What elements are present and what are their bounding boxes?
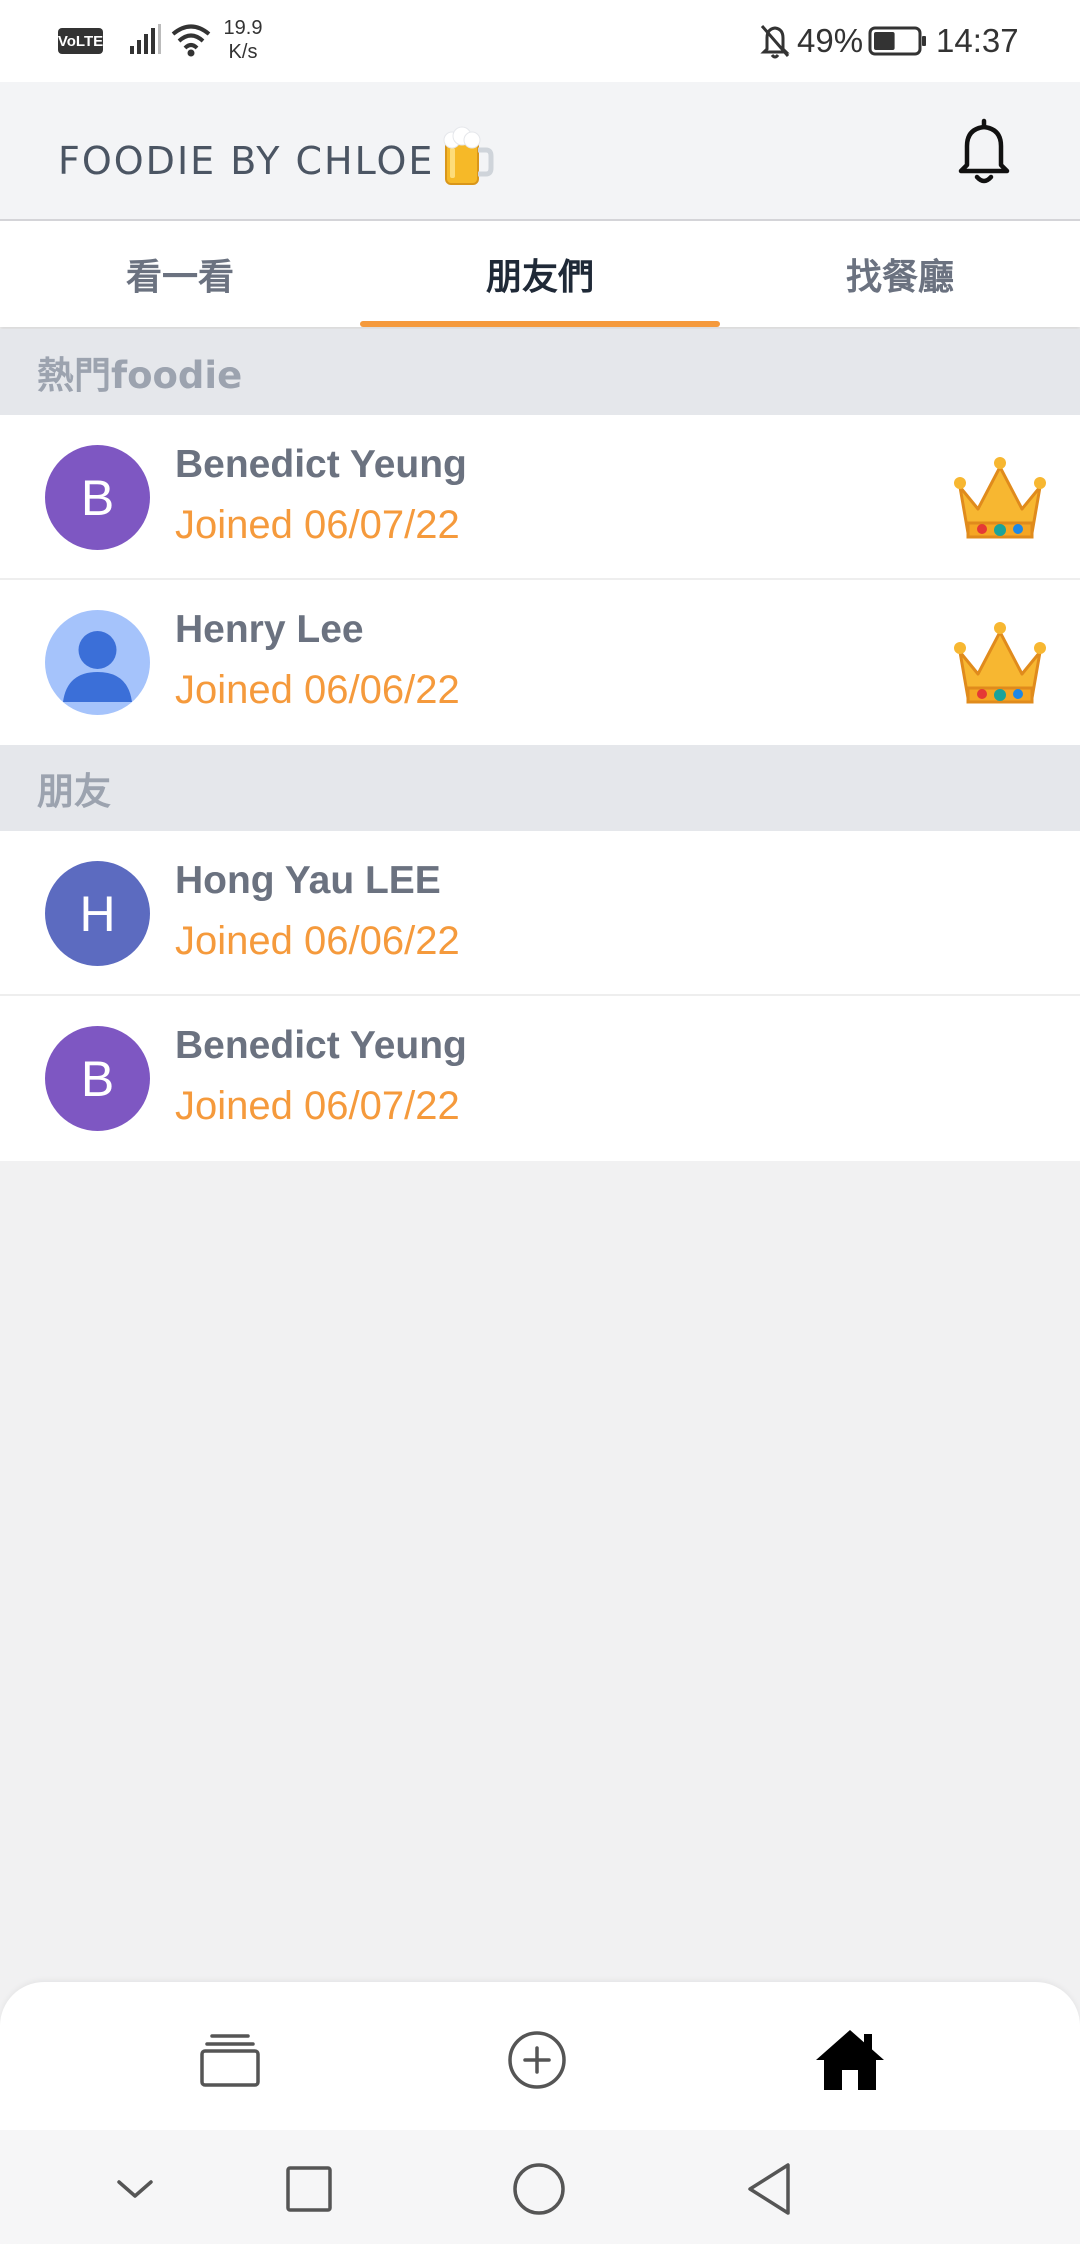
avatar-initial: B	[80, 469, 115, 526]
user-name: Hong Yau LEE	[175, 859, 441, 902]
avatar-initial: H	[79, 885, 116, 942]
nav-add-button[interactable]	[497, 2020, 577, 2100]
joined-date: Joined 06/07/22	[175, 1084, 460, 1128]
network-speed: 19.9 K/s	[220, 16, 266, 64]
person-icon	[63, 631, 132, 702]
network-speed-unit: K/s	[228, 41, 258, 63]
tab-friends[interactable]: 朋友們	[360, 221, 720, 327]
avatar: B	[45, 445, 150, 550]
tab-find-restaurant[interactable]: 找餐廳	[720, 221, 1080, 327]
joined-date: Joined 06/07/22	[175, 503, 460, 547]
friends-list: H Hong Yau LEE Joined 06/06/22 B Benedic…	[0, 831, 1080, 1161]
system-home-button[interactable]	[504, 2154, 574, 2224]
avatar: B	[45, 1026, 150, 1131]
crown-icon	[954, 622, 1046, 704]
cards-stack-icon	[200, 2034, 260, 2087]
list-item[interactable]: B Benedict Yeung Joined 06/07/22	[0, 996, 1080, 1161]
brand: FOODIE BY CHLOE	[58, 126, 494, 195]
avatar	[45, 610, 150, 715]
notifications-button[interactable]	[950, 112, 1018, 192]
clock: 14:37	[936, 22, 1019, 59]
bell-icon	[958, 118, 1010, 184]
joined-date: Joined 06/06/22	[175, 919, 460, 963]
nav-feed-button[interactable]	[190, 2020, 270, 2100]
status-bar: VoLTE 19.9 K/s 49% 14:37	[0, 0, 1080, 82]
chevron-down-icon	[117, 2180, 153, 2198]
app-title: FOODIE BY CHLOE	[58, 138, 435, 183]
user-name: Benedict Yeung	[175, 443, 467, 486]
section-header-friends: 朋友	[0, 745, 1080, 831]
home-icon	[816, 2030, 884, 2090]
home-circle-icon	[513, 2163, 565, 2215]
back-button[interactable]	[734, 2154, 804, 2224]
system-nav-bar	[0, 2130, 1080, 2244]
wifi-icon	[171, 24, 211, 57]
battery-percent: 49%	[797, 22, 864, 59]
add-circle-icon	[508, 2031, 566, 2089]
list-item[interactable]: B Benedict Yeung Joined 06/07/22	[0, 415, 1080, 580]
battery-icon	[868, 26, 926, 56]
tab-explore[interactable]: 看一看	[0, 221, 360, 327]
recent-apps-icon	[286, 2166, 332, 2212]
nav-home-button[interactable]	[810, 2020, 890, 2100]
user-name: Benedict Yeung	[175, 1024, 467, 1067]
bell-off-icon	[760, 25, 790, 59]
volte-badge: VoLTE	[58, 28, 103, 54]
list-item[interactable]: H Hong Yau LEE Joined 06/06/22	[0, 831, 1080, 996]
recent-apps-button[interactable]	[274, 2154, 344, 2224]
avatar-initial: B	[80, 1050, 115, 1107]
collapse-button[interactable]	[100, 2154, 170, 2224]
beer-mug-icon	[440, 126, 494, 195]
tab-bar: 看一看 朋友們 找餐廳	[0, 221, 1080, 327]
popular-list: B Benedict Yeung Joined 06/07/22 Henry L…	[0, 415, 1080, 745]
list-item[interactable]: Henry Lee Joined 06/06/22	[0, 580, 1080, 745]
signal-icon	[130, 24, 161, 54]
network-speed-value: 19.9	[223, 17, 263, 39]
app-header: FOODIE BY CHLOE	[0, 82, 1080, 221]
section-header-popular: 熱門foodie	[0, 329, 1080, 415]
bottom-nav	[0, 1982, 1080, 2130]
avatar: H	[45, 861, 150, 966]
back-triangle-icon	[748, 2163, 790, 2215]
joined-date: Joined 06/06/22	[175, 668, 460, 712]
crown-icon	[954, 457, 1046, 539]
user-name: Henry Lee	[175, 608, 364, 651]
